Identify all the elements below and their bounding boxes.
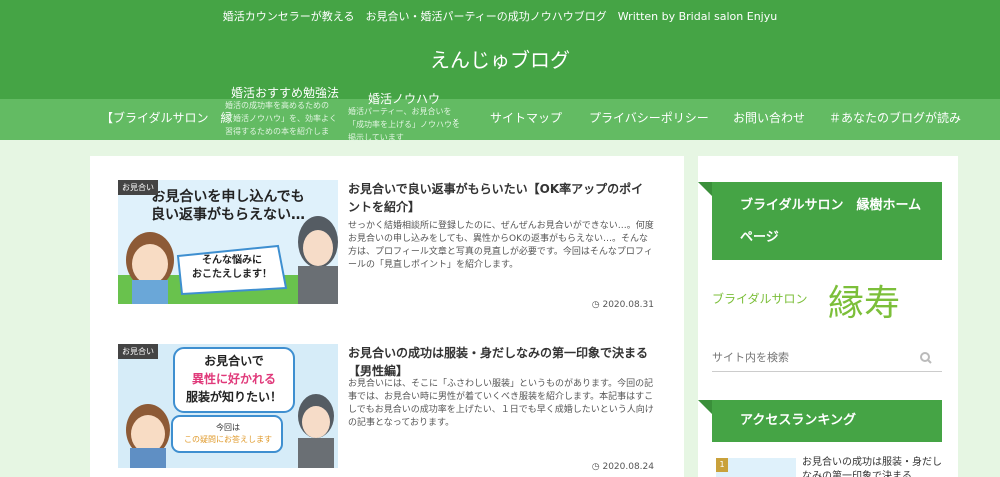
list-item[interactable]: お見合い お見合いを申し込んでも 良い返事がもらえない… そんな悩みに おこたえ… — [118, 180, 658, 310]
site-header: 婚活カウンセラーが教える お見合い・婚活パーティーの成功ノウハウブログ Writ… — [0, 0, 1000, 100]
nav-item-study-method-desc: 婚活の成功率を高めるための「婚活ノウハウ」を、効率よく習得するための本を紹介しま — [225, 101, 337, 136]
logo-large-text: 縁寿 — [828, 283, 901, 324]
thumb-text-line2: 異性に好かれる — [191, 372, 276, 386]
nav-item-your-blog[interactable]: ＃あなたのブログが読み — [829, 99, 961, 140]
nav-item-sitemap[interactable]: サイトマップ — [490, 99, 562, 140]
post-date: ◷ 2020.08.24 — [591, 462, 654, 472]
sidebar-banner-homepage[interactable]: ブライダルサロン 縁樹ホームページ — [698, 182, 942, 260]
post-title[interactable]: お見合いで良い返事がもらいたい【OK率アップのポイントを紹介】 — [348, 180, 654, 216]
global-nav: 【ブライダルサロン 縁 サイトマップ プライバシーポリシー お問い合わせ ＃あな… — [0, 99, 1000, 140]
ranking-thumbnail[interactable] — [716, 458, 796, 477]
category-label: お見合い — [118, 180, 158, 195]
thumb-bubble-line1: そんな悩みに — [202, 255, 262, 266]
nav-item-contact[interactable]: お問い合わせ — [733, 99, 805, 140]
post-thumbnail[interactable]: お見合い お見合いを申し込んでも 良い返事がもらえない… そんな悩みに おこたえ… — [118, 180, 338, 304]
search-input[interactable] — [712, 344, 912, 370]
salon-logo[interactable]: ブライダルサロン 縁寿 — [712, 274, 932, 324]
nav-item-bridal-salon[interactable]: 【ブライダルサロン 縁 — [101, 99, 233, 140]
sidebar-banner-ranking: アクセスランキング — [698, 400, 942, 442]
category-label: お見合い — [118, 344, 158, 359]
nav-item-privacy-policy[interactable]: プライバシーポリシー — [589, 99, 709, 140]
post-excerpt: せっかく結婚相談所に登録したのに、ぜんぜんお見合いができない…。何度お見合いの申… — [348, 221, 654, 270]
sidebar: ブライダルサロン 縁樹ホームページ ブライダルサロン 縁寿 アクセスランキング … — [698, 156, 958, 477]
thumb-text-line1: お見合いで — [204, 354, 264, 368]
thumb-bubble-line2: おこたえします！ — [192, 269, 272, 280]
site-title[interactable]: えんじゅブログ — [0, 44, 1000, 73]
chevron-down-icon: ⌄ — [452, 114, 460, 124]
site-tagline: 婚活カウンセラーが教える お見合い・婚活パーティーの成功ノウハウブログ Writ… — [222, 10, 778, 23]
thumb-bubble-line2: この疑問にお答えします — [184, 435, 272, 444]
clock-icon: ◷ — [591, 462, 600, 472]
thumb-text-line3: 服装が知りたい！ — [185, 390, 282, 404]
post-list: お見合い お見合いを申し込んでも 良い返事がもらえない… そんな悩みに おこたえ… — [90, 156, 684, 477]
post-thumbnail[interactable]: お見合い お見合いで 異性に好かれる 服装が知りたい！ 今回は この疑問にお答え… — [118, 344, 338, 468]
ranking-item[interactable]: 1 お見合いの成功は服装・身だしなみの第一印象で決まる — [712, 456, 948, 477]
rank-number: 1 — [716, 458, 728, 472]
post-excerpt: お見合いには、そこに「ふさわしい服装」というものがあります。今回の記事では、お見… — [348, 379, 654, 428]
ranking-title[interactable]: お見合いの成功は服装・身だしなみの第一印象で決まる — [802, 456, 942, 477]
clock-icon: ◷ — [591, 300, 600, 310]
post-title[interactable]: お見合いの成功は服装・身だしなみの第一印象で決まる【男性編】 — [348, 344, 654, 380]
list-item[interactable]: お見合い お見合いで 異性に好かれる 服装が知りたい！ 今回は この疑問にお答え… — [118, 344, 658, 474]
logo-small-text: ブライダルサロン — [712, 292, 808, 306]
search-icon[interactable] — [920, 352, 932, 364]
thumb-bubble-line1: 今回は — [216, 423, 240, 432]
nav-item-know-how-desc: 婚活パーティー、お見合いを「成功率を上げる」ノウハウを掲示しています — [348, 107, 460, 142]
post-date: ◷ 2020.08.31 — [591, 300, 654, 310]
thumb-text-line2: 良い返事がもらえない… — [151, 207, 305, 223]
search-box — [712, 344, 942, 372]
